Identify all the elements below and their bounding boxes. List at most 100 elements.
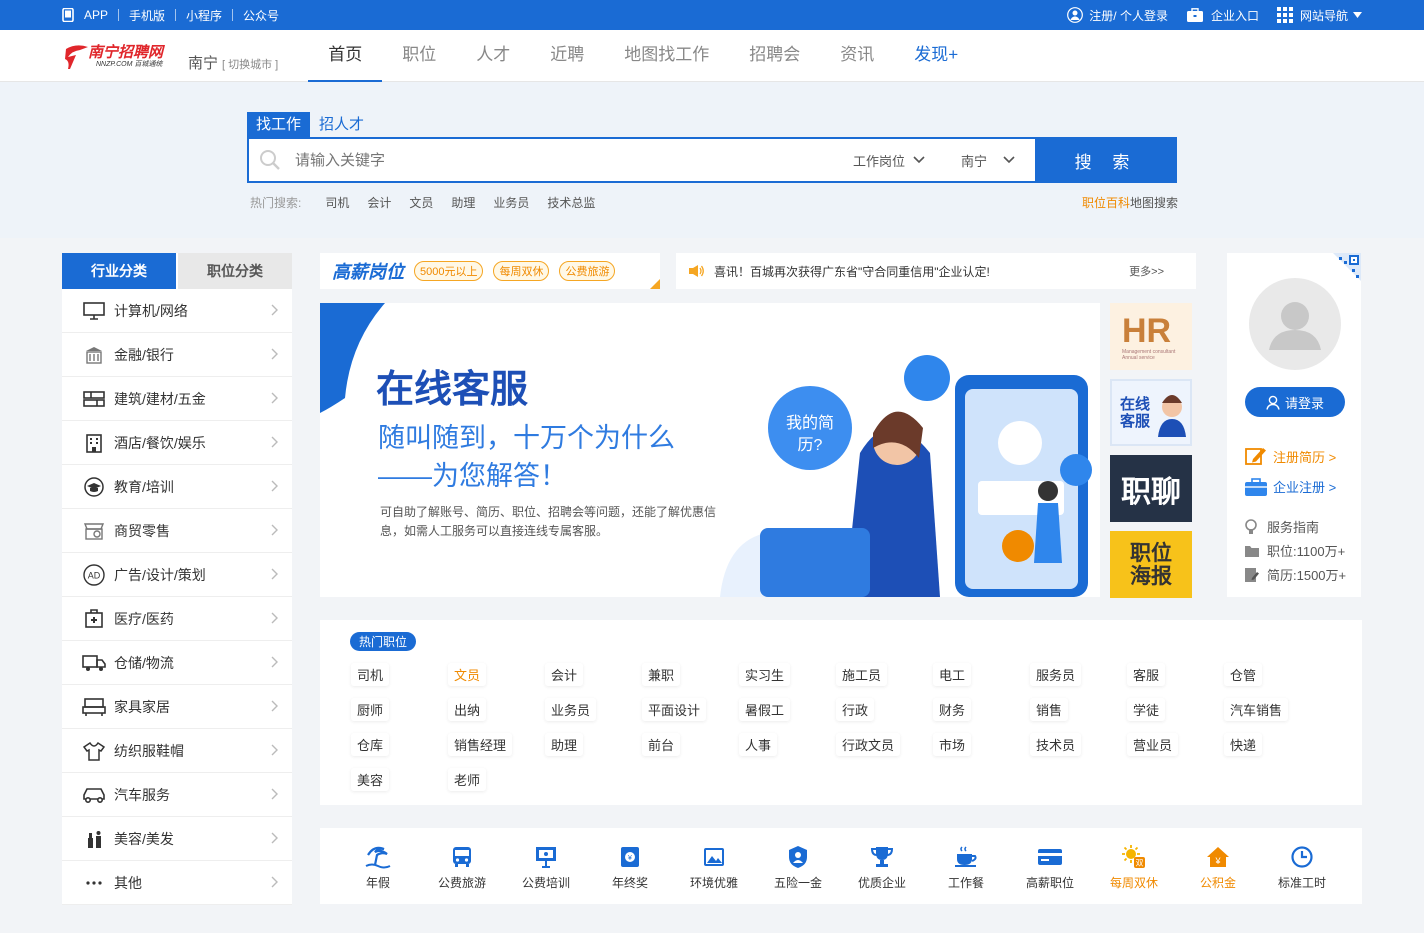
hot-job-tag[interactable]: 市场 bbox=[933, 733, 972, 756]
search-button[interactable]: 搜 索 bbox=[1035, 137, 1177, 183]
category-item[interactable]: 其他 bbox=[62, 861, 292, 905]
miniprogram-link[interactable]: 小程序 bbox=[186, 7, 222, 24]
hot-job-tag[interactable]: 助理 bbox=[545, 733, 584, 756]
benefit-item[interactable]: 优质企业 bbox=[840, 828, 924, 904]
benefit-item[interactable]: 环境优雅 bbox=[672, 828, 756, 904]
online-service-thumb[interactable]: 在线客服 bbox=[1110, 379, 1192, 446]
benefit-item[interactable]: 五险一金 bbox=[756, 828, 840, 904]
hot-job-tag[interactable]: 营业员 bbox=[1127, 733, 1179, 756]
benefit-item[interactable]: 高薪职位 bbox=[1008, 828, 1092, 904]
hot-job-tag[interactable]: 前台 bbox=[642, 733, 681, 756]
category-item[interactable]: 仓储/物流 bbox=[62, 641, 292, 685]
hot-job-tag[interactable]: 汽车销售 bbox=[1224, 698, 1289, 721]
hot-job-tag[interactable]: 仓管 bbox=[1224, 663, 1263, 686]
promo-tag[interactable]: 公费旅游 bbox=[559, 261, 616, 281]
high-salary-promo[interactable]: 高薪岗位 5000元以上 每周双休 公费旅游 bbox=[320, 253, 660, 289]
online-service-banner[interactable]: 在线客服 随叫随到，十万个为什么 ——为您解答！ 可自助了解账号、简历、职位、招… bbox=[320, 303, 1100, 597]
hot-search-word[interactable]: 技术总监 bbox=[547, 194, 595, 211]
login-register-link[interactable]: 注册/ 个人登录 bbox=[1067, 7, 1168, 24]
tab-find-job[interactable]: 找工作 bbox=[247, 112, 311, 138]
mobile-link[interactable]: 手机版 bbox=[129, 7, 165, 24]
hot-job-tag[interactable]: 平面设计 bbox=[642, 698, 707, 721]
search-input[interactable] bbox=[295, 151, 853, 169]
hot-job-tag[interactable]: 文员 bbox=[448, 663, 487, 686]
nav-item-discover[interactable]: 发现+ bbox=[894, 30, 978, 82]
tab-find-talent[interactable]: 招人才 bbox=[310, 112, 373, 138]
city-dropdown[interactable]: 南宁 bbox=[961, 151, 1015, 170]
benefit-item[interactable]: 标准工时 bbox=[1260, 828, 1344, 904]
benefit-item[interactable]: 公费培训 bbox=[504, 828, 588, 904]
hot-job-tag[interactable]: 老师 bbox=[448, 768, 487, 791]
hot-job-tag[interactable]: 服务员 bbox=[1030, 663, 1082, 686]
hot-search-word[interactable]: 业务员 bbox=[493, 194, 529, 211]
hot-job-tag[interactable]: 司机 bbox=[351, 663, 390, 686]
login-button[interactable]: 请登录 bbox=[1245, 387, 1345, 417]
hot-job-tag[interactable]: 会计 bbox=[545, 663, 584, 686]
qr-code-icon[interactable] bbox=[1325, 253, 1361, 289]
benefit-item[interactable]: 工作餐 bbox=[924, 828, 1008, 904]
hot-job-tag[interactable]: 财务 bbox=[933, 698, 972, 721]
hot-job-tag[interactable]: 电工 bbox=[933, 663, 972, 686]
hot-job-tag[interactable]: 出纳 bbox=[448, 698, 487, 721]
nav-item-news[interactable]: 资讯 bbox=[820, 30, 894, 82]
nav-item-job-fair[interactable]: 招聘会 bbox=[729, 30, 820, 82]
official-account-link[interactable]: 公众号 bbox=[243, 7, 279, 24]
company-entry-link[interactable]: 企业入口 bbox=[1186, 7, 1259, 24]
hot-search-word[interactable]: 会计 bbox=[367, 194, 391, 211]
benefit-item[interactable]: 年假 bbox=[336, 828, 420, 904]
category-item[interactable]: 酒店/餐饮/娱乐 bbox=[62, 421, 292, 465]
benefit-item[interactable]: 公费旅游 bbox=[420, 828, 504, 904]
hot-job-tag[interactable]: 快递 bbox=[1224, 733, 1263, 756]
service-guide[interactable]: 服务指南 bbox=[1245, 517, 1319, 536]
benefit-item[interactable]: ¥ 公积金 bbox=[1176, 828, 1260, 904]
hr-thumb[interactable]: HR Management consultant Annual service bbox=[1110, 303, 1192, 370]
tab-position[interactable]: 职位分类 bbox=[178, 253, 292, 289]
hot-job-tag[interactable]: 兼职 bbox=[642, 663, 681, 686]
notice-text[interactable]: 喜讯！百城再次获得广东省"守合同重信用"企业认定! bbox=[714, 263, 990, 280]
hot-search-word[interactable]: 助理 bbox=[451, 194, 475, 211]
category-item[interactable]: 商贸零售 bbox=[62, 509, 292, 553]
site-logo[interactable]: 南宁招聘网 NNZP.COM 百城通统 bbox=[62, 41, 178, 71]
job-encyclopedia-link[interactable]: 职位百科 bbox=[1082, 194, 1130, 211]
hot-job-tag[interactable]: 实习生 bbox=[739, 663, 791, 686]
category-item[interactable]: 建筑/建材/五金 bbox=[62, 377, 292, 421]
category-item[interactable]: 计算机/网络 bbox=[62, 289, 292, 333]
site-nav-link[interactable]: 网站导航 bbox=[1276, 7, 1362, 24]
notice-more-link[interactable]: 更多>> bbox=[1129, 263, 1164, 279]
nav-item-home[interactable]: 首页 bbox=[308, 30, 383, 83]
category-item[interactable]: 教育/培训 bbox=[62, 465, 292, 509]
job-poster-thumb[interactable]: 职位海报 bbox=[1110, 531, 1192, 598]
benefit-item[interactable]: 双每周双休 bbox=[1092, 828, 1176, 904]
hot-job-tag[interactable]: 施工员 bbox=[836, 663, 888, 686]
category-item[interactable]: 汽车服务 bbox=[62, 773, 292, 817]
promo-tag[interactable]: 每周双休 bbox=[493, 261, 550, 281]
hot-job-tag[interactable]: 行政文员 bbox=[836, 733, 901, 756]
app-link[interactable]: APP bbox=[84, 8, 108, 22]
tab-industry[interactable]: 行业分类 bbox=[62, 253, 176, 289]
nav-item-recent[interactable]: 近聘 bbox=[530, 30, 604, 82]
hot-job-tag[interactable]: 仓库 bbox=[351, 733, 390, 756]
hot-job-tag[interactable]: 客服 bbox=[1127, 663, 1166, 686]
hot-job-tag[interactable]: 销售 bbox=[1030, 698, 1069, 721]
hot-search-word[interactable]: 司机 bbox=[325, 194, 349, 211]
nav-item-talent[interactable]: 人才 bbox=[456, 30, 530, 82]
hot-job-tag[interactable]: 技术员 bbox=[1030, 733, 1082, 756]
job-chat-thumb[interactable]: 职聊 bbox=[1110, 455, 1192, 522]
category-item[interactable]: 医疗/医药 bbox=[62, 597, 292, 641]
hot-job-tag[interactable]: 厨师 bbox=[351, 698, 390, 721]
hot-job-tag[interactable]: 人事 bbox=[739, 733, 778, 756]
nav-item-jobs[interactable]: 职位 bbox=[382, 30, 456, 82]
nav-item-map-jobs[interactable]: 地图找工作 bbox=[604, 30, 729, 82]
hot-job-tag[interactable]: 销售经理 bbox=[448, 733, 513, 756]
register-resume-link[interactable]: 注册简历 > bbox=[1245, 446, 1336, 466]
map-search-link[interactable]: 地图搜索 bbox=[1130, 194, 1178, 211]
category-item[interactable]: 家具家居 bbox=[62, 685, 292, 729]
promo-tag[interactable]: 5000元以上 bbox=[414, 261, 484, 281]
category-item[interactable]: AD 广告/设计/策划 bbox=[62, 553, 292, 597]
category-item[interactable]: 美容/美发 bbox=[62, 817, 292, 861]
benefit-item[interactable]: ¥ 年终奖 bbox=[588, 828, 672, 904]
company-register-link[interactable]: 企业注册 > bbox=[1245, 477, 1336, 496]
job-type-dropdown[interactable]: 工作岗位 bbox=[853, 151, 925, 170]
hot-job-tag[interactable]: 行政 bbox=[836, 698, 875, 721]
category-item[interactable]: 纺织服鞋帽 bbox=[62, 729, 292, 773]
